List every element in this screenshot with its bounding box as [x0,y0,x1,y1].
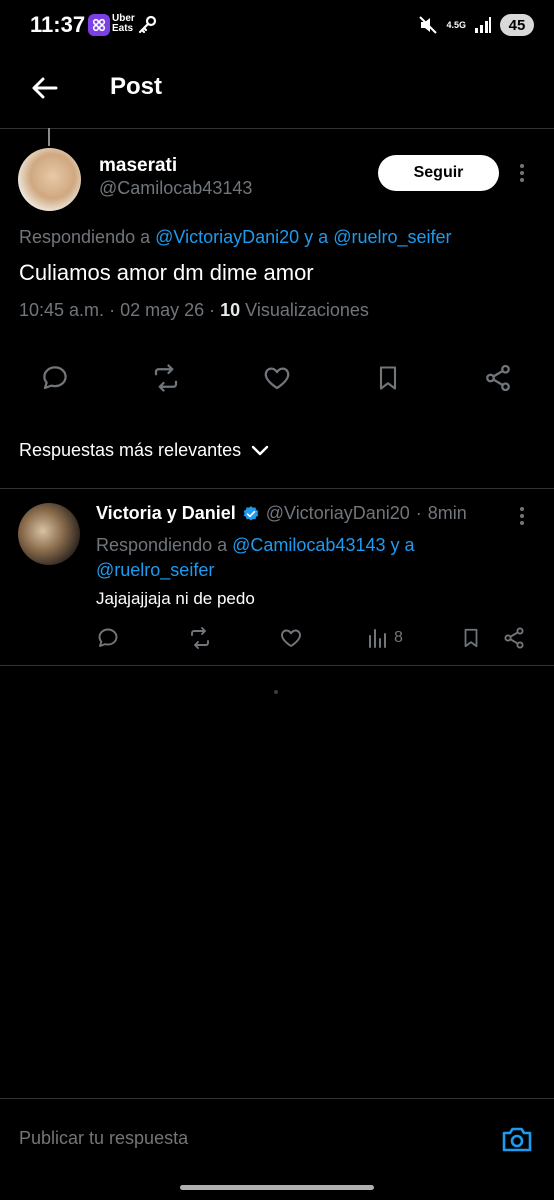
like-button[interactable] [279,622,303,654]
comment-icon [98,628,118,647]
replying-to-prefix: Respondiendo a [19,227,151,247]
thread-connector [48,128,50,146]
reply-text: Jajajajjaja ni de pedo [96,589,255,608]
share-button[interactable] [502,622,526,654]
mute-icon [419,16,438,34]
heart-icon [264,367,290,390]
reply-actions: 8 [0,622,554,654]
repost-icon [191,627,209,649]
like-button[interactable] [257,358,297,398]
mention-joiner: y a [390,535,415,555]
author-name[interactable]: maserati [99,155,177,177]
replying-to: Respondiendo a @Camilocab43143 y a @ruel… [96,533,516,583]
repost-button[interactable] [187,622,213,654]
back-button[interactable] [26,70,62,106]
uber-label-line2: Eats [112,23,134,34]
comment-icon [43,366,67,390]
battery-indicator: 45 [500,14,534,36]
mention-joiner: y a [304,227,329,247]
mention-link[interactable]: @ruelro_seifer [96,560,214,580]
uber-eats-icon [88,14,110,36]
post-meta: 10:45 a.m. · 02 may 26 · 10 Visualizacio… [19,300,369,320]
views-button[interactable]: 8 [368,622,403,654]
repost-button[interactable] [146,358,186,398]
repost-icon [154,364,178,392]
separator-dot: · [415,503,422,523]
home-indicator[interactable] [180,1185,374,1190]
share-button[interactable] [478,358,518,398]
post-actions [0,358,554,398]
bookmark-icon [379,366,397,390]
replies-sort-selector[interactable]: Respuestas más relevantes [19,440,269,461]
replying-to-prefix: Respondiendo a [96,535,228,555]
views-label: Visualizaciones [245,300,369,320]
follow-button[interactable]: Seguir [378,155,499,191]
post-text: Culiamos amor dm dime amor [19,260,314,285]
chevron-down-icon [251,445,269,455]
composer-divider [0,1098,554,1099]
bookmark-button[interactable] [460,622,482,654]
reply-age: 8min [427,503,467,523]
reply-header: Victoria y Daniel @VictoriayDani20 · 8mi… [96,503,467,524]
replying-to: Respondiendo a @VictoriayDani20 y a @rue… [19,227,452,248]
post-date: 02 may 26 [120,300,205,320]
mention-link[interactable]: @VictoriayDani20 [155,227,299,247]
status-right: 4.5G 45 [418,14,534,36]
reply-button[interactable] [96,622,120,654]
reply-input[interactable] [19,1128,459,1149]
bookmark-button[interactable] [368,358,408,398]
mention-link[interactable]: @ruelro_seifer [333,227,451,247]
avatar[interactable] [18,503,80,565]
bar-chart-icon [369,629,386,648]
section-divider [0,665,554,666]
network-type: 4.5G [446,19,466,30]
loading-indicator [274,690,278,694]
more-options-icon[interactable] [512,504,532,528]
sort-label: Respuestas más relevantes [19,440,242,460]
page-title: Post [110,73,163,100]
more-options-icon[interactable] [512,161,532,185]
heart-icon [281,629,301,647]
bookmark-icon [464,628,478,648]
section-divider [0,488,554,489]
share-icon [504,627,524,649]
post-time: 10:45 a.m. [19,300,105,320]
share-icon [486,364,510,392]
status-time: 11:37 [30,12,86,37]
signal-icon [475,17,491,33]
author-handle[interactable]: @Camilocab43143 [99,178,252,199]
reply-author-name[interactable]: Victoria y Daniel [96,503,236,524]
arrow-left-icon [32,77,58,99]
reply-views-count: 8 [394,629,403,646]
key-icon [136,14,158,41]
reply-author-handle[interactable]: @VictoriayDani20 [266,503,410,524]
uber-eats-label: Uber Eats [112,14,135,34]
views-count: 10 [220,300,241,320]
camera-icon [502,1127,532,1152]
verified-badge-icon [243,505,259,521]
header-divider [0,128,554,129]
camera-button[interactable] [498,1122,536,1156]
reply-button[interactable] [35,358,75,398]
mention-link[interactable]: @Camilocab43143 [232,535,385,555]
avatar[interactable] [18,148,81,211]
